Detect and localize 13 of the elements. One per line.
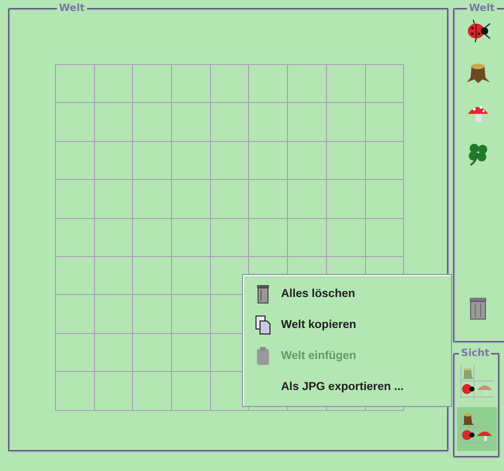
panel-title: Sicht (460, 348, 490, 359)
view-preview-drawing (460, 365, 494, 401)
menu-item[interactable]: Welt kopieren (243, 310, 451, 340)
view-button[interactable] (457, 407, 497, 451)
clipboard-icon (255, 346, 271, 366)
menu-item[interactable]: Alles löschen (243, 279, 451, 310)
ladybug-icon[interactable] (465, 18, 491, 44)
view-preview-drawing (460, 411, 494, 447)
copy-icon (255, 315, 271, 336)
panel-title: Welt (468, 3, 496, 14)
trash-icon (255, 284, 271, 304)
menu-item[interactable]: Als JPG exportieren ... (243, 371, 451, 402)
panel-title: Welt (58, 3, 86, 14)
